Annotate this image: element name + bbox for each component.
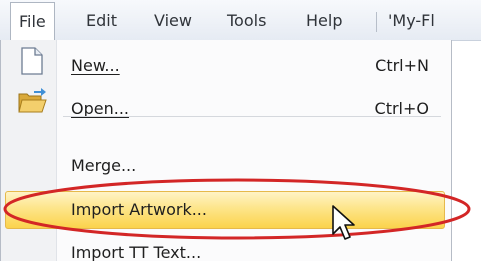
menu-item-label: Merge... [71, 156, 137, 175]
window-title: 'My-Fl [388, 11, 435, 30]
menu-view[interactable]: View [154, 10, 192, 32]
menu-item-label: New... [71, 56, 120, 75]
menu-item-label: Open... [71, 99, 129, 118]
menu-item-shortcut: Ctrl+N [375, 56, 429, 75]
menu-item-shortcut: Ctrl+O [374, 99, 429, 118]
menu-item-import-artwork[interactable]: Import Artwork... [1, 192, 451, 228]
menu-divider [63, 116, 441, 117]
menu-help[interactable]: Help [306, 10, 342, 32]
menu-edit[interactable]: Edit [86, 10, 117, 32]
menu-file[interactable]: File [10, 2, 55, 40]
menu-bar: File Edit View Tools Help 'My-Fl [0, 0, 481, 41]
mouse-cursor-icon [332, 205, 355, 240]
menu-item-label: Import TT Text... [71, 243, 202, 261]
menu-item-merge[interactable]: Merge... [1, 148, 451, 184]
open-folder-icon [18, 88, 47, 113]
menubar-separator [376, 12, 377, 32]
menu-item-new[interactable]: New... Ctrl+N [1, 48, 451, 84]
menu-item-open[interactable]: Open... Ctrl+O [1, 91, 451, 127]
menu-item-import-tt-text[interactable]: Import TT Text... [1, 235, 451, 261]
new-document-icon [21, 47, 43, 75]
menu-tools[interactable]: Tools [227, 10, 266, 32]
file-dropdown-menu: New... Ctrl+N Open... Ctrl+O Merge... Im… [0, 40, 452, 261]
menu-item-label: Import Artwork... [71, 200, 207, 219]
